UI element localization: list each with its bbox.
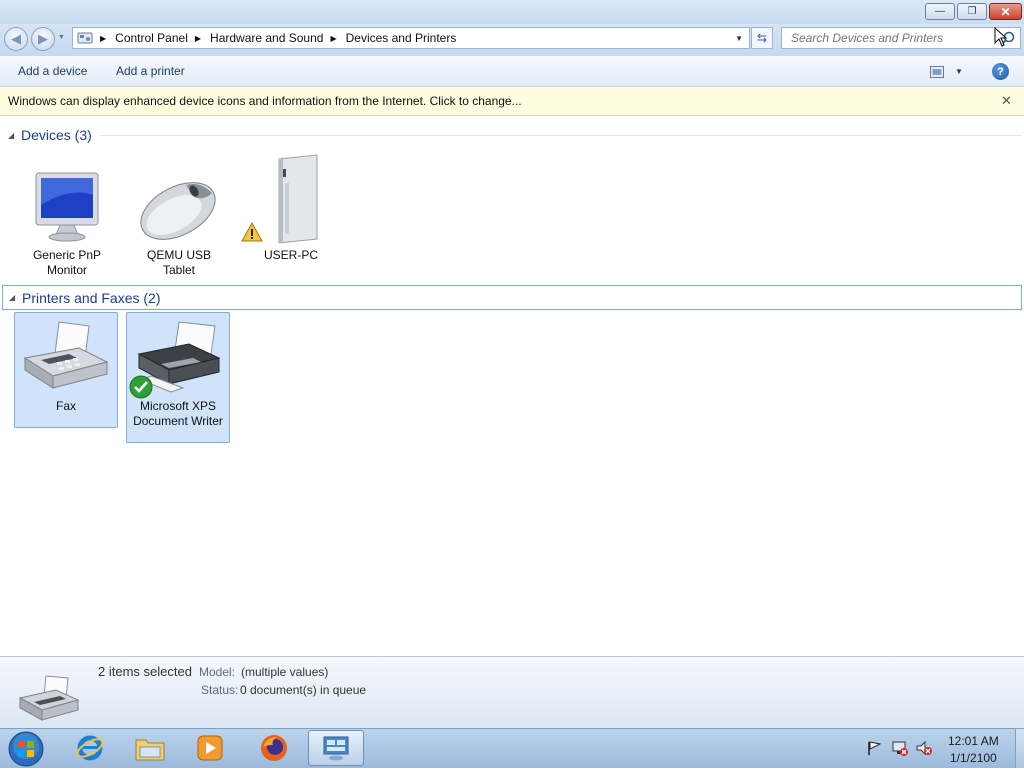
collapse-triangle-icon[interactable]: ◢ [8, 131, 21, 140]
address-dropdown-icon[interactable]: ▼ [735, 34, 743, 43]
computer-tower-icon [278, 154, 318, 244]
view-icon [930, 66, 944, 78]
windows-explorer-icon [135, 739, 165, 761]
control-panel-icon [77, 31, 93, 45]
volume-muted-icon[interactable] [915, 740, 933, 759]
breadcrumb-separator-icon[interactable]: ▶ [330, 34, 336, 43]
help-icon: ? [997, 65, 1004, 78]
information-bar-message[interactable]: Windows can display enhanced device icon… [8, 94, 522, 108]
start-button[interactable] [6, 730, 46, 771]
taskbar-devices-and-printers[interactable] [308, 730, 364, 766]
device-qemu-usb-tablet[interactable]: QEMU USB Tablet [127, 162, 231, 278]
help-button[interactable]: ? [992, 63, 1009, 80]
information-bar-close-icon[interactable]: ✕ [1001, 93, 1012, 109]
device-label-line2: Monitor [46, 263, 87, 277]
breadcrumb-control-panel[interactable]: Control Panel [115, 28, 188, 48]
firefox-icon [261, 735, 287, 761]
refresh-button[interactable]: ⇆ [751, 27, 773, 49]
breadcrumb-hardware-and-sound[interactable]: Hardware and Sound [210, 28, 323, 48]
restore-button[interactable]: ❐ [957, 3, 987, 20]
mouse-cursor-icon [994, 26, 1008, 50]
network-disconnected-icon[interactable] [891, 740, 909, 759]
device-generic-pnp-monitor[interactable]: Generic PnP Monitor [15, 162, 119, 278]
forward-arrow-icon: ▶ [38, 31, 48, 46]
model-label: Model: [199, 665, 236, 679]
breadcrumb-separator-icon[interactable]: ▶ [100, 34, 106, 43]
devices-and-printers-icon [323, 736, 349, 761]
back-button[interactable]: ◀ [4, 27, 28, 51]
printer-fax[interactable]: Fax [14, 312, 118, 428]
breadcrumb-separator-icon[interactable]: ▶ [195, 34, 201, 43]
fax-icon [23, 321, 109, 389]
close-button[interactable]: ✕ [989, 3, 1022, 20]
printers-group-title: Printers and Faxes (2) [22, 289, 161, 306]
printers-group-header[interactable]: ◢ Printers and Faxes (2) [2, 285, 1022, 310]
add-device-button[interactable]: Add a device [18, 64, 87, 78]
forward-button[interactable]: ▶ [31, 27, 55, 51]
device-label-line1: QEMU USB [146, 248, 211, 262]
printer-label-line1: Microsoft XPS [139, 399, 217, 413]
monitor-icon [35, 172, 99, 242]
internet-explorer-icon [76, 735, 104, 761]
media-player-icon [197, 735, 223, 761]
devices-group-title: Devices (3) [21, 127, 92, 143]
taskbar-media-player[interactable] [182, 730, 238, 766]
devices-group-header[interactable]: ◢ Devices (3) [8, 123, 1022, 147]
device-label-line1: USER-PC [263, 248, 318, 262]
group-divider [99, 134, 1022, 136]
model-value: (multiple values) [241, 665, 329, 679]
refresh-icon: ⇆ [756, 31, 768, 45]
taskbar-internet-explorer[interactable] [62, 730, 118, 766]
taskbar-windows-explorer[interactable] [122, 730, 178, 766]
windows-start-icon [8, 731, 44, 767]
add-printer-button[interactable]: Add a printer [116, 64, 185, 78]
collapse-triangle-icon[interactable]: ◢ [9, 293, 22, 302]
minimize-button[interactable]: — [925, 3, 955, 20]
status-label: Status: [201, 683, 239, 697]
taskbar-firefox[interactable] [246, 730, 302, 766]
device-label-line2: Tablet [162, 263, 196, 277]
status-value: 0 document(s) in queue [240, 683, 367, 697]
printer-microsoft-xps-document-writer[interactable]: Microsoft XPS Document Writer [126, 312, 230, 443]
printer-label-line2: Document Writer [133, 414, 223, 428]
device-label-line1: Generic PnP [32, 248, 102, 262]
search-input[interactable] [789, 30, 993, 46]
details-printer-icon [16, 672, 82, 729]
address-bar[interactable]: ▶ Control Panel ▶ Hardware and Sound ▶ D… [72, 27, 750, 49]
show-desktop-button[interactable] [1015, 729, 1024, 768]
default-printer-check-icon [129, 375, 153, 399]
back-arrow-icon: ◀ [11, 31, 21, 46]
printer-label-line1: Fax [55, 399, 76, 413]
warning-badge-icon [241, 222, 263, 242]
action-center-flag-icon[interactable] [866, 740, 882, 759]
clock-time[interactable]: 12:01 AM [948, 734, 999, 748]
mouse-icon [140, 182, 216, 240]
recent-pages-chevron-icon[interactable]: ▼ [58, 34, 65, 41]
clock-date[interactable]: 1/1/2100 [950, 751, 997, 765]
group-divider [169, 297, 1022, 298]
breadcrumb-devices-and-printers[interactable]: Devices and Printers [346, 28, 457, 48]
view-options-chevron-icon[interactable]: ▼ [955, 67, 963, 76]
search-box[interactable] [781, 27, 1021, 49]
change-view-button[interactable] [930, 66, 944, 81]
title-bar [0, 0, 1024, 24]
selection-count: 2 items selected [98, 664, 192, 679]
device-user-pc[interactable]: USER-PC [239, 152, 343, 263]
